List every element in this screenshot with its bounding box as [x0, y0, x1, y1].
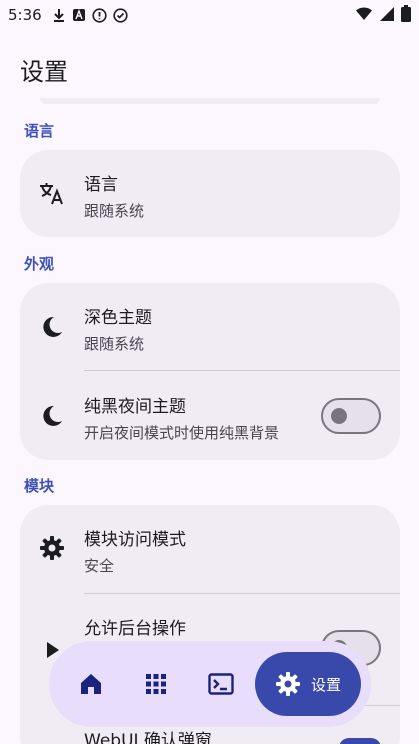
pure-black-row[interactable]: 纯黑夜间主题 开启夜间模式时使用纯黑背景 — [20, 371, 400, 460]
terminal-icon — [208, 673, 234, 695]
app-a-icon — [72, 9, 85, 21]
battery-icon — [401, 5, 411, 22]
home-icon — [81, 674, 101, 694]
allow-background-title: 允许后台操作 — [84, 619, 186, 639]
language-title: 语言 — [84, 175, 118, 195]
appearance-card: 深色主题 跟随系统 纯黑夜间主题 开启夜间模式时使用纯黑背景 — [20, 283, 400, 460]
section-label-appearance: 外观 — [24, 255, 55, 273]
scrolled-card-edge — [40, 98, 380, 104]
alert-icon — [92, 7, 107, 23]
pure-black-subtitle: 开启夜间模式时使用纯黑背景 — [84, 424, 280, 442]
pure-black-title: 纯黑夜间主题 — [84, 397, 186, 417]
bottom-navigation: 设置 — [49, 641, 371, 727]
dark-theme-title: 深色主题 — [84, 308, 152, 328]
section-label-module: 模块 — [24, 477, 55, 495]
download-icon — [53, 9, 64, 22]
gear-icon — [39, 535, 65, 561]
status-icons-right — [355, 5, 411, 22]
status-bar: 5:36 — [0, 0, 419, 30]
module-access-mode-title: 模块访问模式 — [84, 530, 186, 550]
switch-knob — [331, 408, 347, 424]
webui-confirm-switch[interactable] — [339, 738, 381, 744]
nav-terminal[interactable] — [206, 669, 236, 699]
language-card: 语言 跟随系统 — [20, 150, 400, 237]
dark-theme-subtitle: 跟随系统 — [84, 335, 145, 353]
pure-black-switch[interactable] — [321, 398, 381, 434]
language-setting-row[interactable]: 语言 跟随系统 — [20, 150, 400, 237]
wifi-icon — [356, 6, 372, 20]
translate-icon — [39, 180, 65, 206]
page-title: 设置 — [20, 58, 68, 86]
check-circle-icon — [113, 7, 128, 23]
grid-icon — [146, 674, 166, 694]
module-access-mode-subtitle: 安全 — [84, 557, 115, 575]
webui-confirm-title[interactable]: WebUI 确认弹窗 — [84, 726, 212, 744]
dark-theme-row[interactable]: 深色主题 跟随系统 — [20, 283, 400, 371]
status-icons-left — [52, 7, 128, 23]
section-label-language: 语言 — [24, 122, 55, 140]
language-subtitle: 跟随系统 — [84, 202, 145, 220]
nav-settings-label: 设置 — [311, 675, 342, 694]
signal-icon — [380, 6, 394, 21]
nav-home[interactable] — [76, 669, 106, 699]
gear-icon — [276, 672, 300, 696]
module-access-mode-row[interactable]: 模块访问模式 安全 — [20, 505, 400, 593]
moon-icon — [39, 314, 65, 340]
moon-icon — [39, 403, 65, 429]
nav-settings[interactable]: 设置 — [255, 652, 361, 716]
nav-modules[interactable] — [141, 669, 171, 699]
status-time: 5:36 — [8, 6, 42, 24]
